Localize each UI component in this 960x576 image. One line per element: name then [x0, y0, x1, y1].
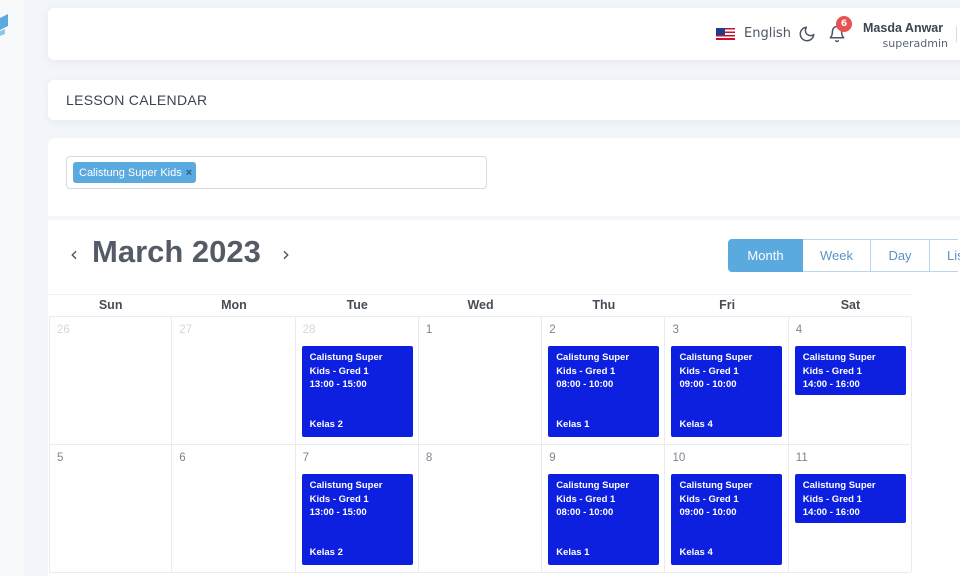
- language-selector[interactable]: English: [716, 26, 791, 41]
- view-switcher: Month Week Day Lis: [728, 239, 960, 272]
- header-divider: [956, 26, 957, 42]
- day-number[interactable]: 28: [303, 324, 316, 336]
- event-room: Kelas 2: [309, 419, 343, 431]
- notification-badge: 6: [836, 16, 852, 32]
- event-title: Calistung Super Kids - Gred 1: [679, 352, 753, 377]
- day-cell[interactable]: 26: [49, 317, 173, 444]
- event-room: Kelas 2: [309, 547, 343, 559]
- day-cell[interactable]: 2 Calistung Super Kids - Gred 1 08:00 - 10…: [542, 317, 666, 444]
- day-cell[interactable]: 6: [172, 445, 296, 572]
- event-time: 09:00 - 10:00: [679, 507, 737, 519]
- next-month-button[interactable]: ›: [282, 242, 290, 266]
- app-logo-icon[interactable]: [0, 12, 10, 38]
- sidebar: [0, 0, 24, 576]
- day-number[interactable]: 26: [57, 324, 70, 336]
- day-number[interactable]: 1: [426, 324, 432, 336]
- day-cell[interactable]: 8: [419, 445, 543, 572]
- event-title: Calistung Super Kids - Gred 1: [802, 480, 876, 505]
- event-title: Calistung Super Kids - Gred 1: [556, 352, 630, 377]
- day-cell[interactable]: 10 Calistung Super Kids - Gred 1 09:00 - 1…: [665, 445, 789, 572]
- chip-remove-icon[interactable]: ×: [186, 167, 192, 179]
- prev-month-button[interactable]: ‹: [70, 242, 78, 266]
- day-cell[interactable]: 3 Calistung Super Kids - Gred 1 09:00 - 10…: [665, 317, 789, 444]
- day-number[interactable]: 3: [672, 324, 678, 336]
- day-cell[interactable]: 9 Calistung Super Kids - Gred 1 08:00 - 10…: [542, 445, 666, 572]
- language-label: English: [744, 26, 791, 41]
- day-cell[interactable]: 11 Calistung Super Kids - Gred 1 14:00 - 1…: [789, 445, 913, 572]
- view-day-button[interactable]: Day: [871, 239, 930, 272]
- page-title-bar: LESSON CALENDAR: [48, 80, 960, 120]
- event-title: Calistung Super Kids - Gred 1: [309, 352, 383, 377]
- section-divider: [48, 216, 960, 220]
- day-number[interactable]: 8: [426, 452, 432, 464]
- view-month-button[interactable]: Month: [728, 239, 803, 272]
- day-cell[interactable]: 7 Calistung Super Kids - Gred 1 13:00 - 15…: [296, 445, 419, 572]
- event-time: 08:00 - 10:00: [556, 379, 614, 391]
- event-title: Calistung Super Kids - Gred 1: [679, 480, 753, 505]
- event-title: Calistung Super Kids - Gred 1: [556, 480, 630, 505]
- weekday-header: Sun Mon Tue Wed Thu Fri Sat: [49, 294, 911, 317]
- calendar-event[interactable]: Calistung Super Kids - Gred 1 08:00 - 10:…: [548, 346, 660, 437]
- weekday-label: Fri: [719, 298, 736, 312]
- day-number[interactable]: 4: [796, 324, 802, 336]
- day-number[interactable]: 11: [796, 452, 808, 464]
- event-title: Calistung Super Kids - Gred 1: [802, 352, 876, 377]
- moon-icon[interactable]: [798, 25, 816, 43]
- event-time: 09:00 - 10:00: [679, 379, 737, 391]
- day-cell[interactable]: 27: [172, 317, 296, 444]
- view-week-button[interactable]: Week: [803, 239, 871, 272]
- page-title: LESSON CALENDAR: [66, 92, 208, 108]
- day-number[interactable]: 27: [179, 324, 192, 336]
- day-number[interactable]: 2: [549, 324, 555, 336]
- event-title: Calistung Super Kids - Gred 1: [309, 480, 383, 505]
- event-room: Kelas 4: [679, 547, 713, 559]
- calendar-event[interactable]: Calistung Super Kids - Gred 1 14:00 - 16:…: [794, 474, 906, 523]
- view-list-button[interactable]: Lis: [930, 239, 960, 272]
- month-grid: Sun Mon Tue Wed Thu Fri Sat 26 27 28 Calistung Su…: [49, 294, 913, 573]
- weekday-label: Mon: [221, 298, 247, 312]
- calendar-event[interactable]: Calistung Super Kids - Gred 1 09:00 - 10:…: [671, 474, 783, 565]
- day-cell[interactable]: 28 Calistung Super Kids - Gred 1 13:00 - 1…: [296, 317, 419, 444]
- filter-chip-label: Calistung Super Kids: [79, 166, 182, 179]
- event-time: 13:00 - 15:00: [309, 379, 367, 391]
- weekday-label: Tue: [346, 298, 368, 312]
- day-cell[interactable]: 5: [49, 445, 173, 572]
- weekday-label: Thu: [592, 298, 616, 312]
- event-time: 08:00 - 10:00: [556, 507, 614, 519]
- day-number[interactable]: 6: [179, 452, 185, 464]
- top-navbar: English 6 Masda Anwar superadmin: [48, 8, 960, 60]
- calendar-event[interactable]: Calistung Super Kids - Gred 1 13:00 - 15:…: [301, 346, 413, 437]
- event-room: Kelas 1: [556, 419, 590, 431]
- day-cell[interactable]: 4 Calistung Super Kids - Gred 1 14:00 - 16…: [789, 317, 913, 444]
- event-room: Kelas 1: [556, 547, 590, 559]
- calendar-event[interactable]: Calistung Super Kids - Gred 1 13:00 - 15:…: [301, 474, 413, 565]
- event-time: 14:00 - 16:00: [802, 379, 860, 391]
- day-number[interactable]: 10: [672, 452, 685, 464]
- week-row: 5 6 7 Calistung Super Kids - Gred 1 13:00 - …: [49, 445, 913, 573]
- calendar-event[interactable]: Calistung Super Kids - Gred 1 14:00 - 16:…: [794, 346, 906, 395]
- filter-chip: Calistung Super Kids ×: [73, 162, 197, 183]
- user-name[interactable]: Masda Anwar: [863, 21, 943, 35]
- event-time: 14:00 - 16:00: [802, 507, 860, 519]
- day-cell[interactable]: 1: [419, 317, 543, 444]
- event-room: Kelas 4: [679, 419, 713, 431]
- weekday-label: Wed: [467, 298, 494, 312]
- day-number[interactable]: 7: [303, 452, 309, 464]
- class-filter-select[interactable]: Calistung Super Kids ×: [66, 156, 487, 189]
- weekday-label: Sat: [840, 298, 861, 312]
- user-role: superadmin: [882, 37, 948, 50]
- day-number[interactable]: 9: [549, 452, 555, 464]
- calendar-event[interactable]: Calistung Super Kids - Gred 1 08:00 - 10:…: [548, 474, 660, 565]
- month-title: March 2023: [92, 234, 261, 269]
- calendar-card: Calistung Super Kids × ‹ March 2023 › Mo…: [48, 138, 960, 576]
- event-time: 13:00 - 15:00: [309, 507, 367, 519]
- calendar-event[interactable]: Calistung Super Kids - Gred 1 09:00 - 10:…: [671, 346, 783, 437]
- day-number[interactable]: 5: [57, 452, 63, 464]
- weekday-label: Sun: [98, 298, 123, 312]
- us-flag-icon: [716, 27, 735, 40]
- week-row: 26 27 28 Calistung Super Kids - Gred 1 13:00…: [49, 317, 913, 445]
